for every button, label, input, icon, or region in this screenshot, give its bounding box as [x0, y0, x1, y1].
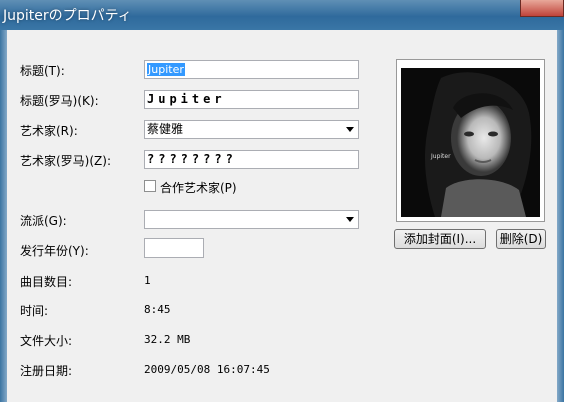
- file-size-label: 文件大小:: [20, 334, 73, 348]
- artist-roman-label: 艺术家(罗马)(Z):: [20, 154, 111, 168]
- year-field[interactable]: [144, 238, 204, 258]
- artist-roman-field[interactable]: ????????: [144, 150, 359, 169]
- artist-combobox[interactable]: 蔡健雅: [144, 120, 359, 139]
- registered-date-label: 注册日期:: [20, 364, 73, 378]
- file-size-value: 32.2 MB: [144, 333, 191, 346]
- window-titlebar: Jupiterのプロパティ: [0, 0, 564, 30]
- album-cover-frame: Jupiter: [396, 59, 545, 222]
- artist-combobox-value: 蔡健雅: [147, 122, 184, 136]
- window-title: Jupiterのプロパティ: [3, 8, 132, 24]
- genre-label: 流派(G):: [20, 214, 67, 228]
- add-cover-button[interactable]: 添加封面(I)...: [394, 229, 486, 249]
- window-frame-left: [0, 30, 7, 402]
- genre-combobox[interactable]: [144, 210, 359, 229]
- title-roman-field[interactable]: Jupiter: [144, 90, 359, 109]
- title-label: 标题(T):: [20, 64, 65, 78]
- duration-label: 时间:: [20, 304, 49, 318]
- title-field[interactable]: Jupiter: [144, 60, 359, 79]
- collab-artist-checkbox[interactable]: [144, 180, 156, 192]
- window-frame-right: [557, 30, 564, 402]
- collab-artist-label[interactable]: 合作艺术家(P): [160, 179, 237, 196]
- track-number-label: 曲目数目:: [20, 275, 73, 289]
- chevron-down-icon[interactable]: [346, 127, 354, 132]
- registered-date-value: 2009/05/08 16:07:45: [144, 363, 270, 376]
- chevron-down-icon[interactable]: [346, 217, 354, 222]
- duration-value: 8:45: [144, 303, 171, 316]
- album-cover-image: Jupiter: [401, 68, 540, 217]
- title-field-value: Jupiter: [147, 63, 185, 76]
- year-label: 发行年份(Y):: [20, 244, 89, 258]
- window-close-button[interactable]: [520, 0, 564, 17]
- album-cover-caption: Jupiter: [430, 153, 451, 160]
- track-number-value: 1: [144, 274, 151, 287]
- delete-cover-button[interactable]: 删除(D): [496, 229, 546, 249]
- artist-label: 艺术家(R):: [20, 124, 78, 138]
- title-roman-label: 标题(罗马)(K):: [20, 94, 99, 108]
